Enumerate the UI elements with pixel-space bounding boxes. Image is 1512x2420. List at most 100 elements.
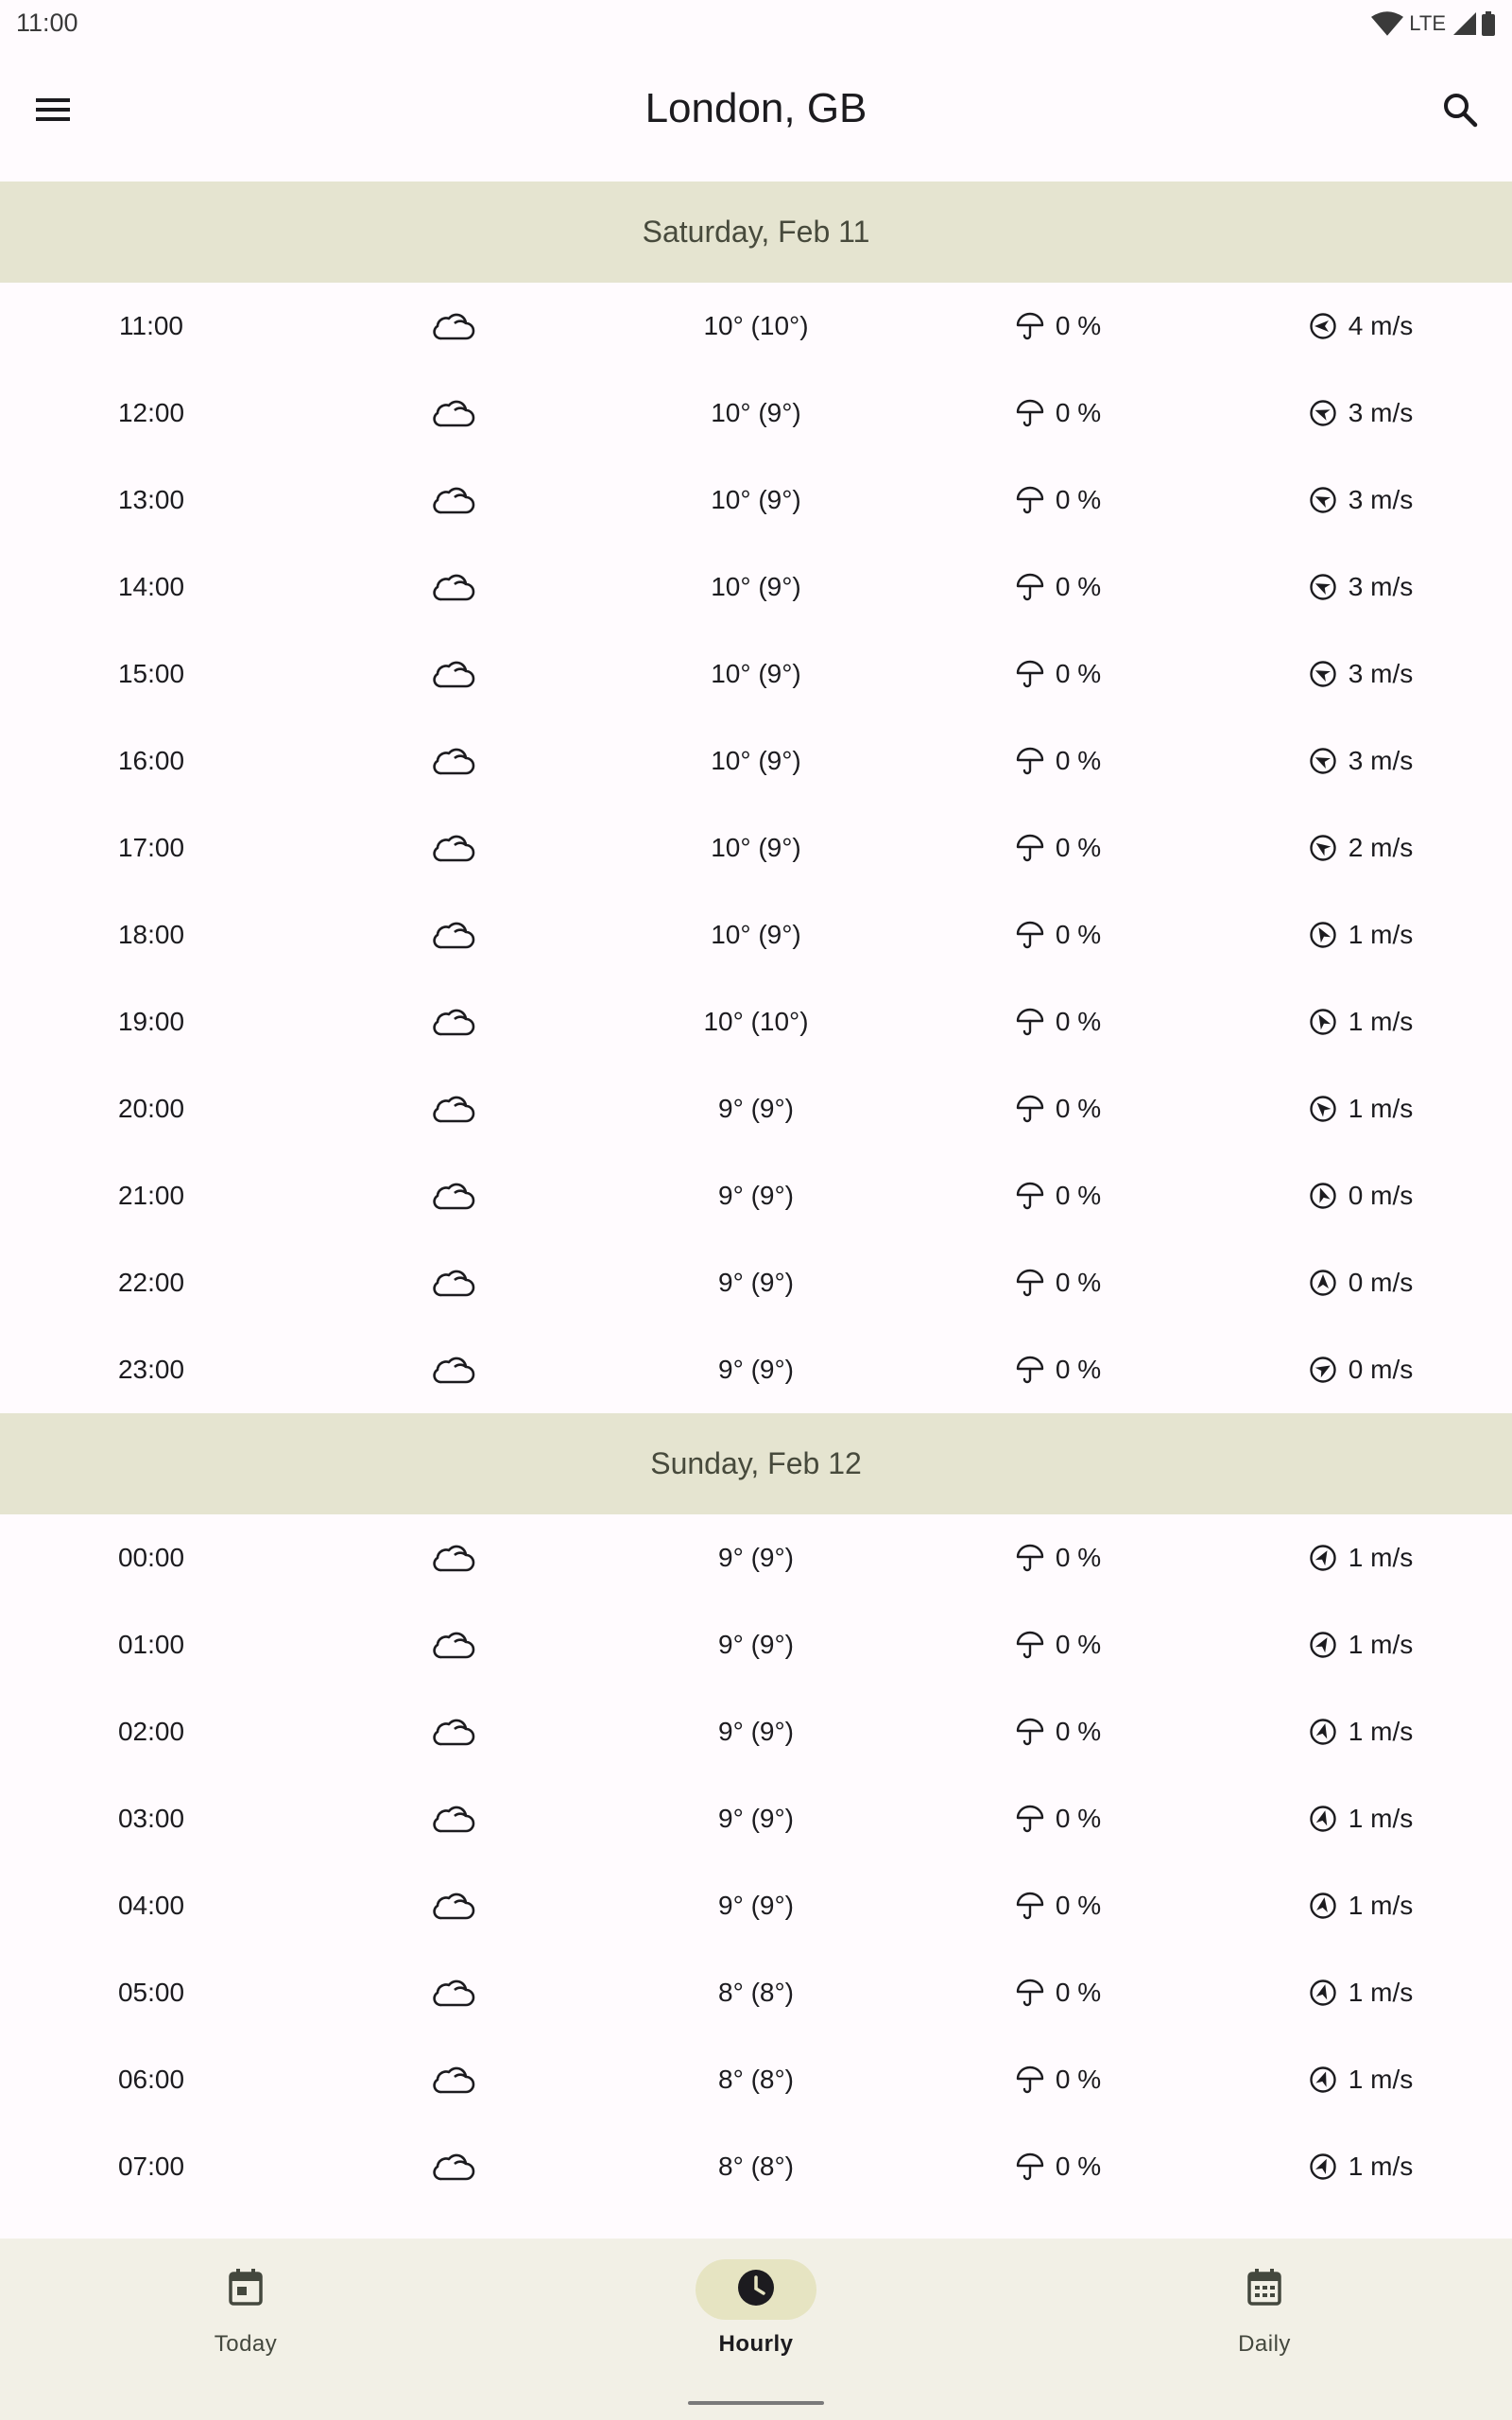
cloud-icon bbox=[430, 919, 475, 951]
precipitation-value: 0 % bbox=[1055, 833, 1102, 862]
wind-speed: 1 m/s bbox=[1348, 920, 1414, 949]
nav-label-today: Today bbox=[214, 2331, 278, 2357]
precipitation-cell: 0 % bbox=[964, 1949, 1153, 2036]
precipitation-value: 0 % bbox=[1055, 1543, 1102, 1572]
umbrella-icon bbox=[1016, 660, 1044, 688]
wind-direction-icon bbox=[1309, 660, 1337, 688]
hour-time: 02:00 bbox=[117, 1717, 185, 1746]
umbrella-icon bbox=[1016, 312, 1044, 340]
nav-item-daily[interactable]: Daily bbox=[1123, 2238, 1406, 2399]
wind-cell: 4 m/s bbox=[1266, 283, 1455, 370]
umbrella-icon bbox=[1016, 834, 1044, 862]
top-app-bar: London, GB bbox=[0, 47, 1512, 182]
cloud-icon bbox=[430, 484, 475, 516]
wind-cell: 1 m/s bbox=[1266, 1065, 1455, 1152]
condition-cell bbox=[358, 1775, 547, 1862]
temperature: 10° (10°) bbox=[703, 1007, 809, 1036]
cloud-icon bbox=[430, 571, 475, 603]
hour-time: 07:00 bbox=[117, 2152, 185, 2181]
temperature: 8° (8°) bbox=[718, 1978, 794, 2007]
condition-cell bbox=[358, 457, 547, 544]
hour-row[interactable]: 01:00 9° (9°) 0 % 1 m/s bbox=[0, 1601, 1512, 1688]
precipitation-value: 0 % bbox=[1055, 1804, 1102, 1833]
hour-time: 22:00 bbox=[117, 1268, 185, 1297]
umbrella-icon bbox=[1016, 1805, 1044, 1833]
cloud-icon bbox=[430, 2064, 475, 2096]
nav-label-hourly: Hourly bbox=[718, 2331, 794, 2357]
hour-time: 20:00 bbox=[117, 1094, 185, 1123]
hour-row[interactable]: 21:00 9° (9°) 0 % 0 m/s bbox=[0, 1152, 1512, 1239]
umbrella-icon bbox=[1016, 1008, 1044, 1036]
temperature: 10° (9°) bbox=[711, 572, 801, 601]
precipitation-value: 0 % bbox=[1055, 1978, 1102, 2007]
wind-cell: 1 m/s bbox=[1266, 1862, 1455, 1949]
condition-cell bbox=[358, 283, 547, 370]
wind-direction-icon bbox=[1309, 2152, 1337, 2181]
cloud-icon bbox=[430, 1267, 475, 1299]
umbrella-icon bbox=[1016, 399, 1044, 427]
cloud-icon bbox=[430, 1093, 475, 1125]
hourly-forecast-list[interactable]: Saturday, Feb 11 11:00 10° (10°) 0 % 4 m/s 12… bbox=[0, 182, 1512, 2238]
hour-row[interactable]: 02:00 9° (9°) 0 % 1 m/s bbox=[0, 1688, 1512, 1775]
hour-row[interactable]: 06:00 8° (8°) 0 % 1 m/s bbox=[0, 2036, 1512, 2123]
wind-speed: 1 m/s bbox=[1348, 2065, 1414, 2094]
hour-row[interactable]: 17:00 10° (9°) 0 % 2 m/s bbox=[0, 804, 1512, 891]
nav-label-daily: Daily bbox=[1238, 2331, 1291, 2357]
condition-cell bbox=[358, 2036, 547, 2123]
hour-row[interactable]: 15:00 10° (9°) 0 % 3 m/s bbox=[0, 631, 1512, 717]
cloud-icon bbox=[430, 832, 475, 864]
hour-row[interactable]: 05:00 8° (8°) 0 % 1 m/s bbox=[0, 1949, 1512, 2036]
hour-row[interactable]: 23:00 9° (9°) 0 % 0 m/s bbox=[0, 1326, 1512, 1413]
wind-direction-icon bbox=[1309, 834, 1337, 862]
wind-cell: 1 m/s bbox=[1266, 978, 1455, 1065]
wind-speed: 3 m/s bbox=[1348, 659, 1414, 688]
wind-cell: 1 m/s bbox=[1266, 891, 1455, 978]
precipitation-cell: 0 % bbox=[964, 2123, 1153, 2210]
hour-row[interactable]: 00:00 9° (9°) 0 % 1 m/s bbox=[0, 1514, 1512, 1601]
cloud-icon bbox=[430, 2151, 475, 2183]
condition-cell bbox=[358, 891, 547, 978]
wind-speed: 3 m/s bbox=[1348, 572, 1414, 601]
precipitation-cell: 0 % bbox=[964, 544, 1153, 631]
cloud-icon bbox=[430, 310, 475, 342]
nav-item-today[interactable]: Today bbox=[104, 2238, 387, 2399]
cloud-icon bbox=[430, 1977, 475, 2009]
hour-row[interactable]: 07:00 8° (8°) 0 % 1 m/s bbox=[0, 2123, 1512, 2210]
precipitation-cell: 0 % bbox=[964, 1862, 1153, 1949]
wind-cell: 1 m/s bbox=[1266, 1775, 1455, 1862]
wind-direction-icon bbox=[1309, 1805, 1337, 1833]
hour-row[interactable]: 19:00 10° (10°) 0 % 1 m/s bbox=[0, 978, 1512, 1065]
temperature: 9° (9°) bbox=[718, 1355, 794, 1384]
wind-cell: 3 m/s bbox=[1266, 717, 1455, 804]
day-header: Sunday, Feb 12 bbox=[0, 1413, 1512, 1514]
hour-row[interactable]: 14:00 10° (9°) 0 % 3 m/s bbox=[0, 544, 1512, 631]
precipitation-cell: 0 % bbox=[964, 804, 1153, 891]
precipitation-value: 0 % bbox=[1055, 485, 1102, 514]
nav-item-hourly[interactable]: Hourly bbox=[614, 2238, 898, 2399]
hour-row[interactable]: 20:00 9° (9°) 0 % 1 m/s bbox=[0, 1065, 1512, 1152]
wind-direction-icon bbox=[1309, 2066, 1337, 2094]
wind-speed: 3 m/s bbox=[1348, 398, 1414, 427]
hour-row[interactable]: 18:00 10° (9°) 0 % 1 m/s bbox=[0, 891, 1512, 978]
precipitation-value: 0 % bbox=[1055, 1007, 1102, 1036]
search-button[interactable] bbox=[1431, 82, 1489, 141]
hour-row[interactable]: 03:00 9° (9°) 0 % 1 m/s bbox=[0, 1775, 1512, 1862]
wind-cell: 1 m/s bbox=[1266, 1688, 1455, 1775]
condition-cell bbox=[358, 1949, 547, 2036]
cloud-icon bbox=[430, 1890, 475, 1922]
hour-row[interactable]: 04:00 9° (9°) 0 % 1 m/s bbox=[0, 1862, 1512, 1949]
precipitation-cell: 0 % bbox=[964, 717, 1153, 804]
hour-row[interactable]: 11:00 10° (10°) 0 % 4 m/s bbox=[0, 283, 1512, 370]
hour-time: 03:00 bbox=[117, 1804, 185, 1833]
wind-speed: 1 m/s bbox=[1348, 1891, 1414, 1920]
condition-cell bbox=[358, 544, 547, 631]
hour-row[interactable]: 22:00 9° (9°) 0 % 0 m/s bbox=[0, 1239, 1512, 1326]
hour-time: 05:00 bbox=[117, 1978, 185, 2007]
hour-row[interactable]: 13:00 10° (9°) 0 % 3 m/s bbox=[0, 457, 1512, 544]
temperature: 10° (10°) bbox=[703, 311, 809, 340]
precipitation-cell: 0 % bbox=[964, 631, 1153, 717]
hour-row[interactable]: 16:00 10° (9°) 0 % 3 m/s bbox=[0, 717, 1512, 804]
hour-row[interactable]: 12:00 10° (9°) 0 % 3 m/s bbox=[0, 370, 1512, 457]
temperature: 9° (9°) bbox=[718, 1094, 794, 1123]
home-indicator[interactable] bbox=[688, 2401, 824, 2405]
